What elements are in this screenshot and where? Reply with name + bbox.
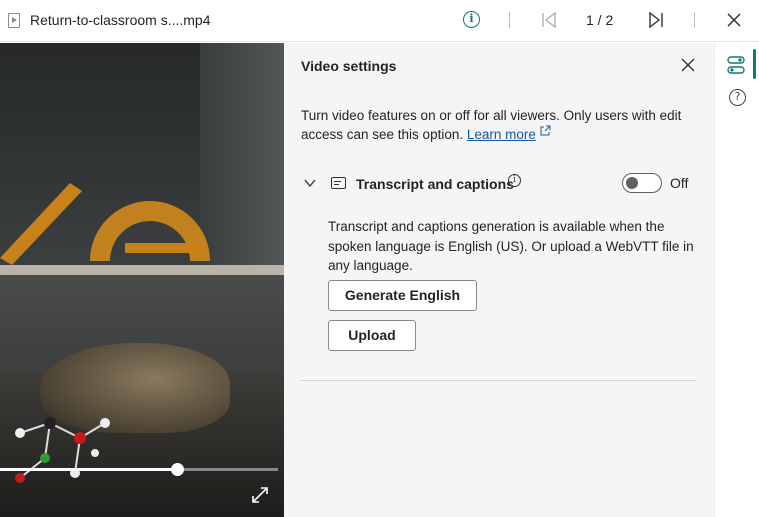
info-icon[interactable]: i: [463, 11, 480, 28]
toolbar-divider: [694, 12, 695, 28]
captions-icon: [331, 177, 346, 189]
right-rail: ?: [714, 43, 759, 517]
generate-english-button[interactable]: Generate English: [328, 280, 477, 311]
video-frame-shelf: [0, 265, 284, 275]
video-frame-molecule: [15, 417, 110, 483]
transcript-toggle[interactable]: [622, 173, 662, 193]
section-description: Transcript and captions generation is av…: [328, 219, 694, 273]
file-name: Return-to-classroom s....mp4: [30, 12, 211, 28]
upload-button[interactable]: Upload: [328, 320, 416, 351]
panel-title: Video settings: [301, 58, 397, 74]
page-indicator: 1 / 2: [586, 12, 614, 28]
video-frame-protractor: [0, 183, 210, 265]
skip-first-icon[interactable]: [541, 11, 557, 29]
rail-active-indicator: [753, 49, 756, 79]
video-progress-bar[interactable]: [0, 463, 278, 476]
panel-description: Turn video features on or off for all vi…: [301, 106, 701, 144]
info-icon[interactable]: i: [508, 174, 521, 187]
video-progress-fill: [0, 468, 178, 471]
chevron-down-icon[interactable]: [303, 176, 317, 190]
fullscreen-expand-icon[interactable]: [250, 485, 270, 505]
close-icon[interactable]: [680, 57, 696, 73]
toggle-state-label: Off: [670, 175, 689, 191]
video-player[interactable]: [0, 43, 284, 517]
video-file-icon: [8, 13, 20, 28]
settings-toggles-icon[interactable]: [727, 55, 745, 75]
toolbar-divider: [509, 12, 510, 28]
close-icon[interactable]: [725, 11, 743, 29]
external-link-icon[interactable]: [539, 125, 551, 137]
video-settings-panel: Video settings Turn video features on or…: [284, 43, 714, 517]
section-title-transcript: Transcript and captions: [356, 176, 514, 192]
help-icon[interactable]: ?: [729, 89, 746, 106]
toggle-knob: [626, 177, 638, 189]
title-bar: Return-to-classroom s....mp4 i 1 / 2: [0, 0, 759, 42]
learn-more-link[interactable]: Learn more: [467, 127, 536, 142]
skip-last-icon[interactable]: [648, 11, 664, 29]
section-divider: [300, 380, 697, 381]
